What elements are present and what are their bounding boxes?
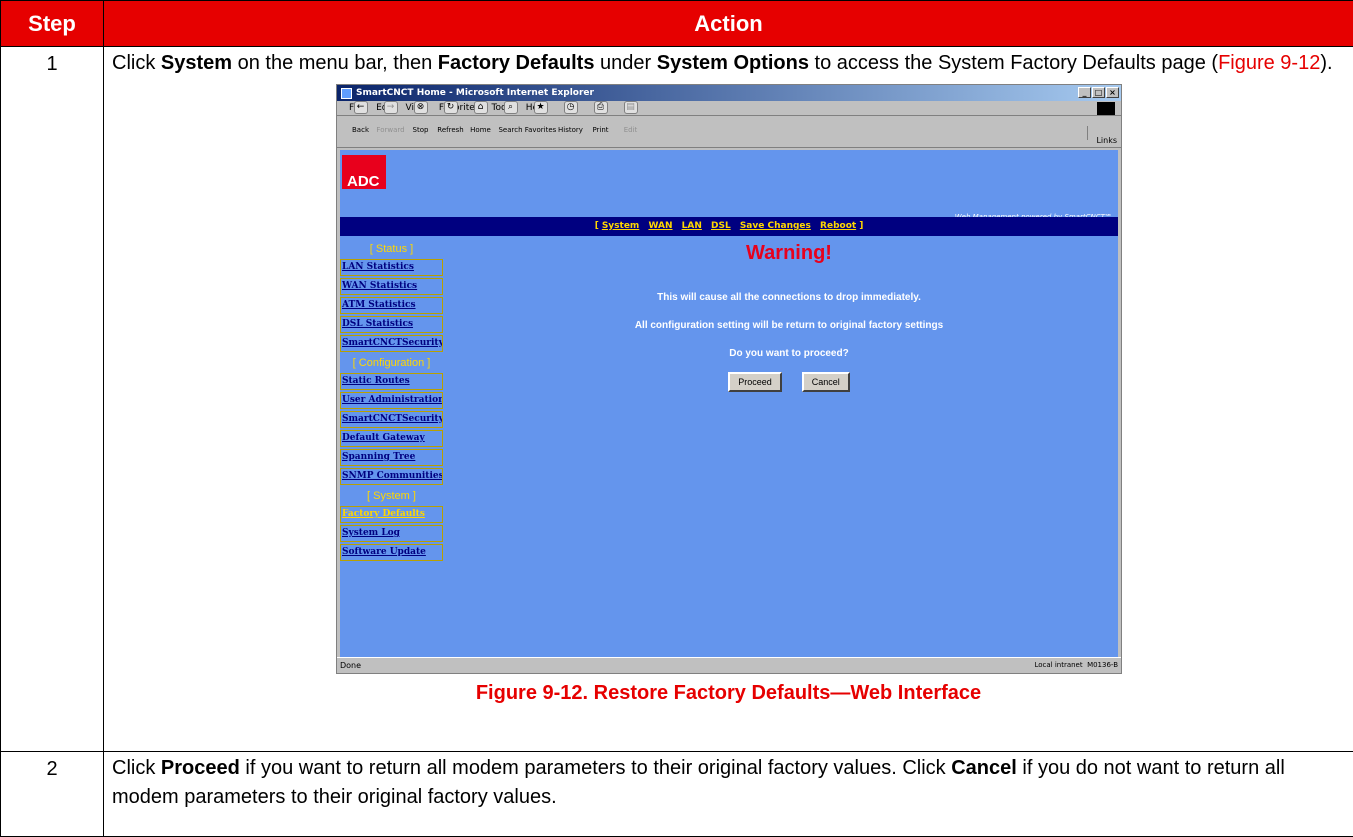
back-arrow-icon: ←	[353, 101, 368, 114]
windows-logo-icon	[1097, 102, 1115, 115]
section-status: [ Status ]	[369, 243, 414, 255]
section-system: [ System ]	[367, 490, 416, 502]
action-header: Action	[103, 0, 1353, 47]
figure-caption: Figure 9-12. Restore Factory Defaults—We…	[475, 682, 982, 704]
step-number: 2	[0, 751, 104, 837]
browser-screenshot: SmartCNCT Home - Microsoft Internet Expl…	[336, 84, 1122, 674]
window-controls: _ □ ×	[1078, 87, 1119, 98]
step-instruction: Click Proceed if you want to return all …	[112, 757, 1285, 808]
warning-panel: Warning! This will cause all the connect…	[460, 240, 1118, 392]
warning-line-2: All configuration setting will be return…	[634, 320, 944, 331]
step-instruction: Click System on the menu bar, then Facto…	[112, 52, 1333, 74]
refresh-button[interactable]: ↻ Refresh	[437, 101, 464, 147]
forward-arrow-icon: →	[383, 101, 398, 114]
close-icon[interactable]: ×	[1106, 87, 1119, 98]
nav-system[interactable]: System	[602, 221, 640, 231]
links-button[interactable]: Links	[1087, 126, 1117, 145]
print-icon: ⎙	[593, 101, 608, 114]
sidebar-item-default-gateway[interactable]: Default Gateway	[340, 430, 443, 447]
step-action: Click Proceed if you want to return all …	[103, 751, 1353, 837]
proceed-button[interactable]: Proceed	[728, 372, 782, 392]
step-header: Step	[0, 0, 104, 47]
history-icon: ◷	[563, 101, 578, 114]
home-icon: ⌂	[473, 101, 488, 114]
image-id: M0136-B	[1087, 661, 1118, 669]
figure-link[interactable]: Figure 9-12	[1218, 52, 1320, 74]
warning-buttons: Proceed Cancel	[460, 372, 1118, 392]
sidebar-item-factory-defaults[interactable]: Factory Defaults	[340, 506, 443, 523]
sidebar-item-dsl-statistics[interactable]: DSL Statistics	[340, 316, 443, 333]
refresh-icon: ↻	[443, 101, 458, 114]
sidebar-item-software-update[interactable]: Software Update	[340, 544, 443, 561]
nav-save-changes[interactable]: Save Changes	[740, 221, 811, 231]
nav-reboot[interactable]: Reboot	[820, 221, 856, 231]
forward-button[interactable]: → Forward	[376, 101, 405, 147]
search-icon: ⌕	[503, 101, 518, 114]
history-button[interactable]: ◷ History	[557, 101, 584, 147]
web-page-content: ADC Web Management powered by SmartCNCT℠…	[340, 150, 1118, 657]
step-action: Click System on the menu bar, then Facto…	[103, 46, 1353, 752]
section-configuration: [ Configuration ]	[352, 357, 431, 369]
nav-lan[interactable]: LAN	[682, 221, 702, 231]
favorites-icon: ★	[533, 101, 548, 114]
sidebar-item-system-log[interactable]: System Log	[340, 525, 443, 542]
warning-question: Do you want to proceed?	[729, 348, 849, 359]
sidebar-item-lan-statistics[interactable]: LAN Statistics	[340, 259, 443, 276]
sidebar-item-snmp-communities[interactable]: SNMP Communities	[340, 468, 443, 485]
maximize-icon[interactable]: □	[1092, 87, 1105, 98]
stop-icon: ⊗	[413, 101, 428, 114]
favorites-button[interactable]: ★ Favorites	[525, 101, 556, 147]
sidebar-item-smartcnct-security-status[interactable]: SmartCNCTSecurity	[340, 335, 443, 352]
home-button[interactable]: ⌂ Home	[467, 101, 494, 147]
minimize-icon[interactable]: _	[1078, 87, 1091, 98]
sidebar-item-spanning-tree[interactable]: Spanning Tree	[340, 449, 443, 466]
sidebar-item-smartcnct-security-config[interactable]: SmartCNCTSecurity	[340, 411, 443, 428]
browser-toolbar: ← Back → Forward ⊗ Stop ↻ Refresh ⌂ Home ⌕ Sea…	[337, 101, 1121, 148]
print-button[interactable]: ⎙ Print	[587, 101, 614, 147]
sidebar-item-user-administration[interactable]: User Administration	[340, 392, 443, 409]
warning-line-1: This will cause all the connections to d…	[657, 292, 921, 303]
nav-dsl[interactable]: DSL	[711, 221, 731, 231]
edit-button[interactable]: ▤ Edit	[617, 101, 644, 147]
zone-indicator: Local intranet M0136-B	[1034, 661, 1118, 669]
top-nav-bar: [System WAN LAN DSL Save Changes Reboot]	[340, 217, 1118, 236]
back-button[interactable]: ← Back	[347, 101, 374, 147]
search-button[interactable]: ⌕ Search	[497, 101, 524, 147]
adc-logo: ADC	[342, 155, 386, 190]
nav-wan[interactable]: WAN	[648, 221, 672, 231]
cancel-button[interactable]: Cancel	[801, 372, 850, 392]
browser-status-bar: Done Local intranet M0136-B	[337, 657, 1121, 673]
stop-button[interactable]: ⊗ Stop	[407, 101, 434, 147]
warning-title: Warning!	[746, 242, 832, 264]
sidebar-item-static-routes[interactable]: Static Routes	[340, 373, 443, 390]
sidebar-item-atm-statistics[interactable]: ATM Statistics	[340, 297, 443, 314]
sidebar: [ Status ] LAN Statistics WAN Statistics…	[340, 240, 443, 563]
procedure-table: Step Action 1 Click System on the menu b…	[0, 0, 1353, 837]
sidebar-item-wan-statistics[interactable]: WAN Statistics	[340, 278, 443, 295]
step-number: 1	[0, 46, 104, 752]
status-text: Done	[340, 661, 362, 670]
edit-icon: ▤	[623, 101, 638, 114]
